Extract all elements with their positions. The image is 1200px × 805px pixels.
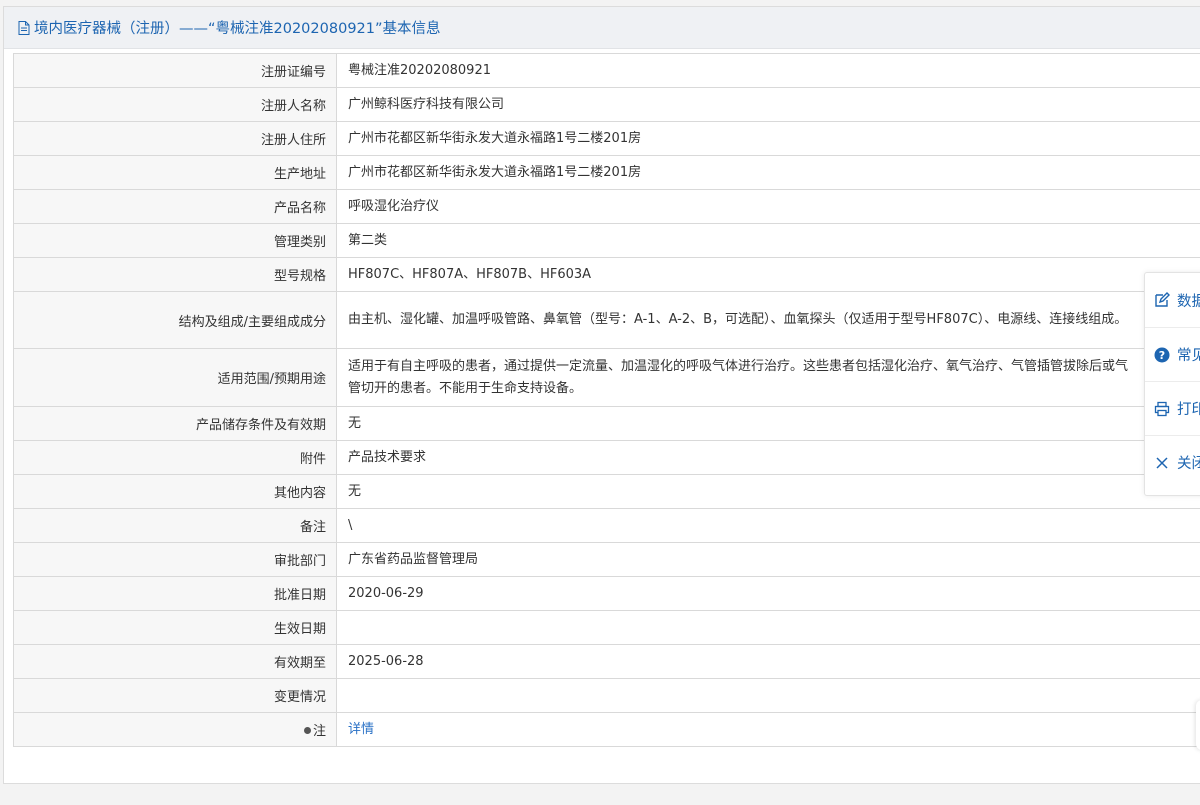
table-row: 有效期至 2025-06-28 [13, 644, 1200, 679]
table-row: 结构及组成/主要组成成分 由主机、湿化罐、加温呼吸管路、鼻氧管（型号：A-1、A-… [13, 291, 1200, 349]
row-value: 无 [336, 406, 1200, 441]
note-bullet-icon [303, 727, 311, 734]
row-value-text: 适用于有自主呼吸的患者，通过提供一定流量、加温湿化的呼吸气体进行治疗。这些患者包… [348, 358, 1129, 396]
row-label: 注册人住所 [13, 121, 337, 156]
row-label: 管理类别 [13, 223, 337, 258]
note-label: 注 [312, 724, 326, 739]
row-label: 结构及组成/主要组成成分 [13, 291, 337, 349]
row-label: 型号规格 [13, 257, 337, 292]
table-row: 注册人名称 广州鲸科医疗科技有限公司 [13, 87, 1200, 122]
row-value: \ [336, 508, 1200, 543]
table-row: 型号规格 HF807C、HF807A、HF807B、HF603A [13, 257, 1200, 292]
toolbar-faq-button[interactable]: ? 常见 [1145, 327, 1200, 381]
panel-header: 境内医疗器械（注册）——“粤械注准20202080921”基本信息 [4, 7, 1200, 49]
row-value: 第二类 [336, 223, 1200, 258]
row-value: 产品技术要求 [336, 440, 1200, 475]
row-value: 粤械注准20202080921 [336, 53, 1200, 88]
table-row: 产品储存条件及有效期无 [13, 406, 1200, 441]
row-label: 产品名称 [13, 189, 337, 224]
row-label: 批准日期 [13, 576, 337, 611]
toolbar-label: 关闭 [1177, 456, 1200, 472]
print-icon [1153, 400, 1171, 418]
row-value: 广州鲸科医疗科技有限公司 [336, 87, 1200, 122]
row-value: 广州市花都区新华街永发大道永福路1号二楼201房 [336, 155, 1200, 190]
table-row: 审批部门 广东省药品监督管理局 [13, 542, 1200, 577]
table-row: 产品名称 呼吸湿化治疗仪 [13, 189, 1200, 224]
toolbar-label: 常见 [1177, 348, 1200, 364]
row-value: 广州市花都区新华街永发大道永福路1号二楼201房 [336, 121, 1200, 156]
svg-text:?: ? [1159, 349, 1165, 362]
row-value: 呼吸湿化治疗仪 [336, 189, 1200, 224]
row-label: 备注 [13, 508, 337, 543]
row-value: HF807C、HF807A、HF807B、HF603A [336, 257, 1200, 292]
table-row: 管理类别 第二类 [13, 223, 1200, 258]
row-label: 适用范围/预期用途 [13, 348, 337, 407]
row-value: 广东省药品监督管理局 [336, 542, 1200, 577]
row-label: 生产地址 [13, 155, 337, 190]
help-icon: ? [1153, 346, 1171, 364]
table-row: 生产地址 广州市花都区新华街永发大道永福路1号二楼201房 [13, 155, 1200, 190]
toolbar-print-button[interactable]: 打印 [1145, 381, 1200, 435]
row-label: 其他内容 [13, 474, 337, 509]
page-title: 境内医疗器械（注册）——“粤械注准20202080921”基本信息 [34, 21, 441, 37]
row-label: 注 [13, 712, 337, 747]
table-row: 附件 产品技术要求 [13, 440, 1200, 475]
floating-toolbar: 数据 ? 常见 打印 关闭 [1144, 272, 1200, 496]
row-label: 产品储存条件及有效期 [13, 406, 337, 441]
toolbar-close-button[interactable]: 关闭 [1145, 435, 1200, 489]
table-row: 适用范围/预期用途 适用于有自主呼吸的患者，通过提供一定流量、加温湿化的呼吸气体进… [13, 348, 1200, 407]
row-label: 有效期至 [13, 644, 337, 679]
table-row: 备注 \ [13, 508, 1200, 543]
row-value: 无 [336, 474, 1200, 509]
details-link[interactable]: 详情 [348, 722, 374, 737]
edit-icon [1153, 291, 1171, 309]
row-value [336, 610, 1200, 645]
table-row: 批准日期 2020-06-29 [13, 576, 1200, 611]
close-icon [1153, 454, 1171, 472]
row-value: 详情 [336, 712, 1200, 747]
back-to-top-handle[interactable] [1196, 700, 1200, 750]
row-value: 2020-06-29 [336, 576, 1200, 611]
row-value: 由主机、湿化罐、加温呼吸管路、鼻氧管（型号：A-1、A-2、B，可选配）、血氧探… [336, 291, 1200, 349]
toolbar-label: 打印 [1177, 402, 1200, 418]
table-row: 变更情况 [13, 678, 1200, 713]
row-label: 附件 [13, 440, 337, 475]
toolbar-label: 数据 [1177, 293, 1200, 310]
document-icon [18, 20, 30, 35]
table-row: 注册证编号 粤械注准20202080921 [13, 53, 1200, 88]
info-table-wrap: 注册证编号 粤械注准20202080921 注册人名称 广州鲸科医疗科技有限公司 注… [13, 53, 1200, 747]
row-value: 适用于有自主呼吸的患者，通过提供一定流量、加温湿化的呼吸气体进行治疗。这些患者包… [336, 348, 1200, 407]
table-row: 注册人住所 广州市花都区新华街永发大道永福路1号二楼201房 [13, 121, 1200, 156]
row-value [336, 678, 1200, 713]
row-value: 2025-06-28 [336, 644, 1200, 679]
row-value-text: 由主机、湿化罐、加温呼吸管路、鼻氧管（型号：A-1、A-2、B，可选配）、血氧探… [348, 312, 1128, 327]
toolbar-data-button[interactable]: 数据 [1145, 273, 1200, 327]
table-row: 其他内容无 [13, 474, 1200, 509]
row-label: 注册证编号 [13, 53, 337, 88]
row-label: 注册人名称 [13, 87, 337, 122]
row-label: 变更情况 [13, 678, 337, 713]
table-row: 生效日期 [13, 610, 1200, 645]
row-label: 审批部门 [13, 542, 337, 577]
info-table: 注册证编号 粤械注准20202080921 注册人名称 广州鲸科医疗科技有限公司 注… [13, 53, 1200, 747]
row-label: 生效日期 [13, 610, 337, 645]
table-row: 注 详情 [13, 712, 1200, 747]
